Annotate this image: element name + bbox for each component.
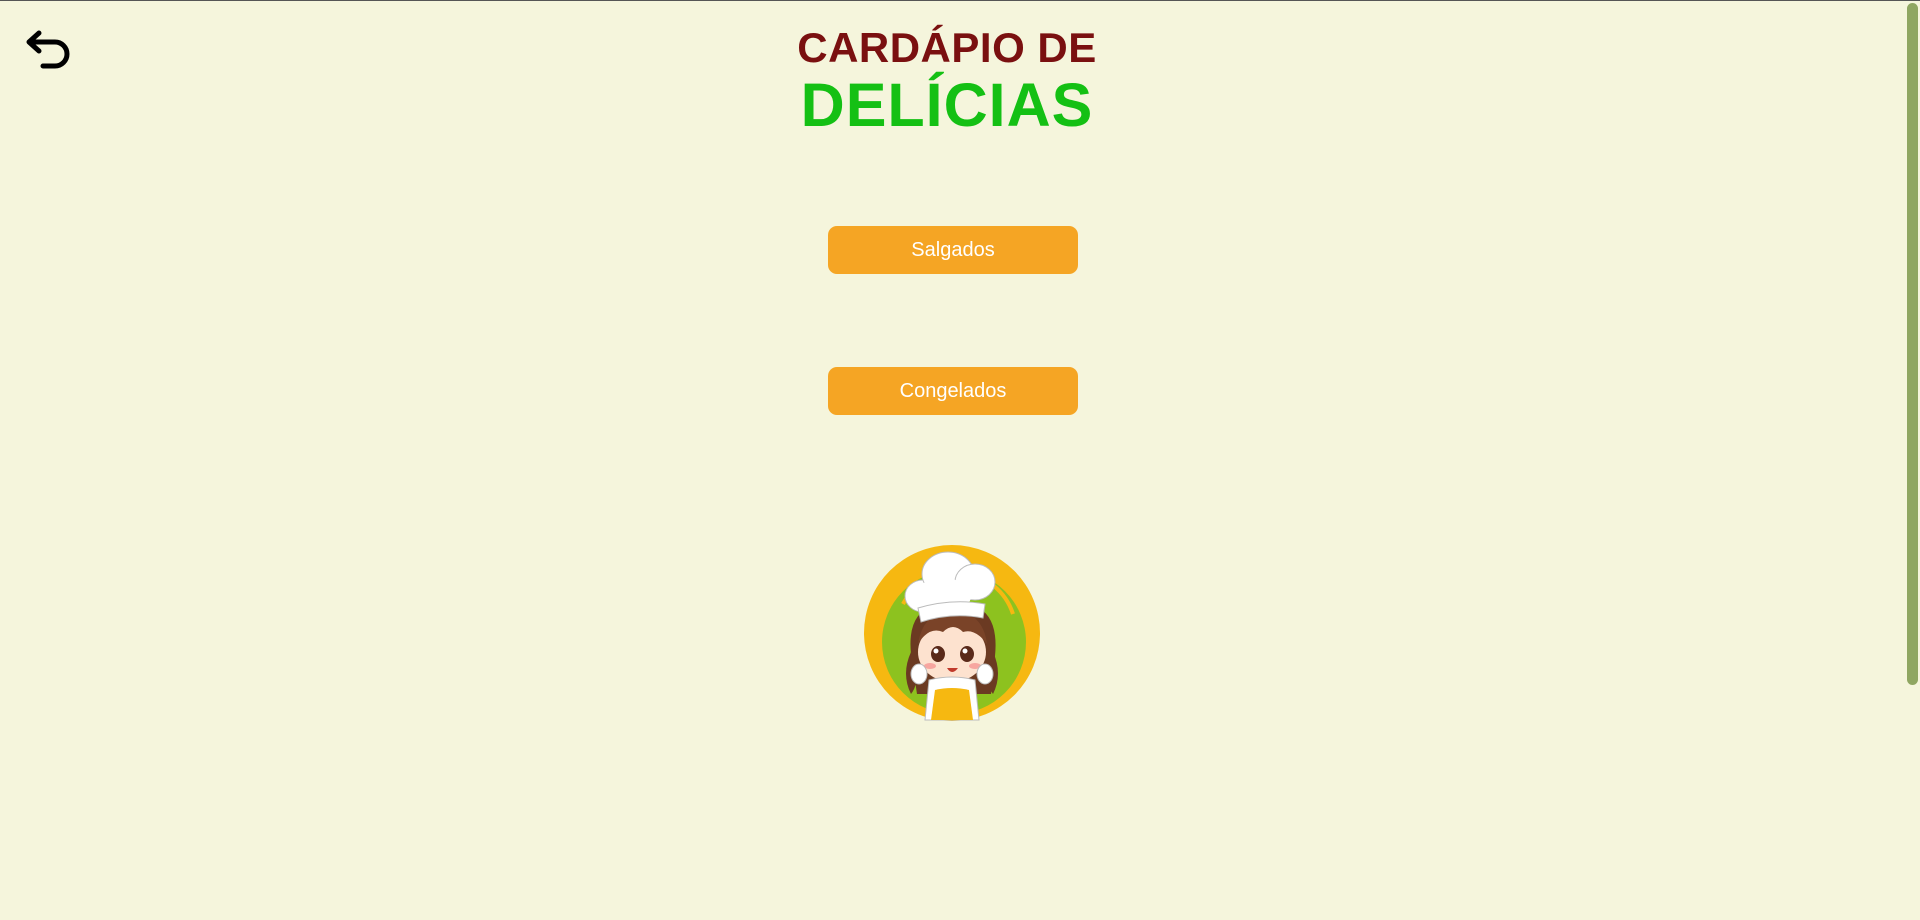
page-header: CARDÁPIO DE DELÍCIAS [0, 21, 1894, 136]
chef-mascot-logo [864, 545, 1040, 721]
congelados-button[interactable]: Congelados [828, 367, 1078, 415]
scrollbar[interactable] [1904, 1, 1920, 920]
scrollbar-thumb[interactable] [1907, 3, 1918, 685]
page: CARDÁPIO DE DELÍCIAS Salgados Congelados [0, 0, 1920, 920]
salgados-button[interactable]: Salgados [828, 226, 1078, 274]
page-title-main: DELÍCIAS [800, 71, 1094, 139]
page-title-top: CARDÁPIO DE [797, 24, 1097, 71]
